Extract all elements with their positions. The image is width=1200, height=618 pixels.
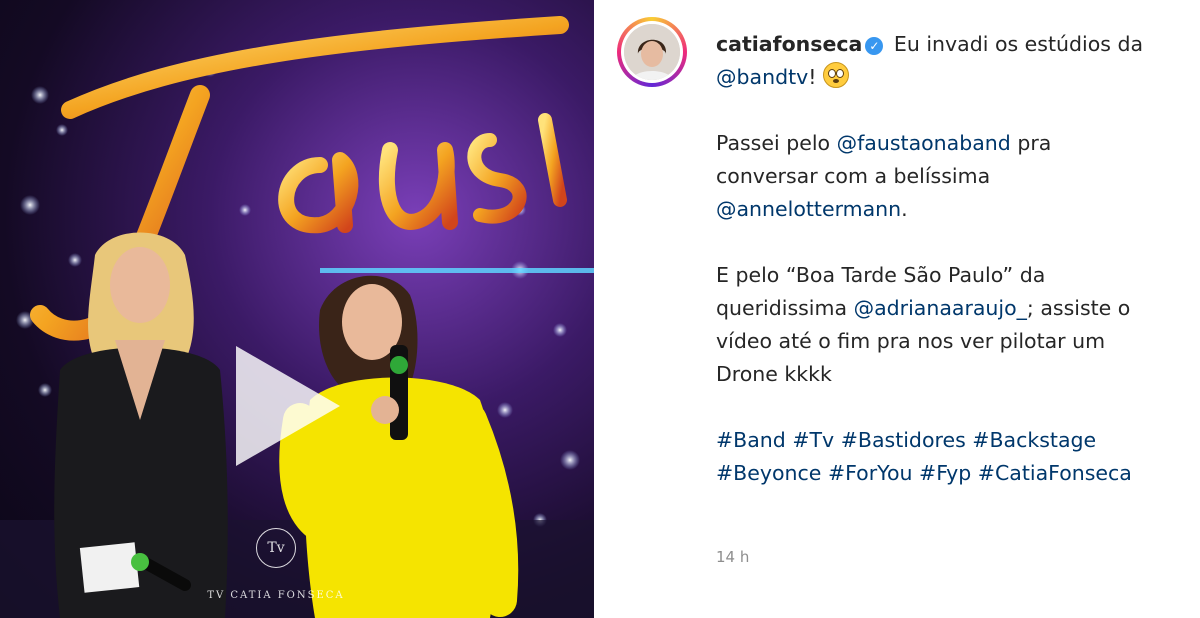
hashtag-link[interactable]: #ForYou [828, 461, 913, 485]
channel-watermark: Tv TV CATIA FONSECA [196, 528, 356, 601]
hashtag-link[interactable]: #Band [716, 428, 786, 452]
avatar-photo [624, 24, 680, 80]
verified-badge-icon: ✓ [865, 37, 884, 55]
caption-text: ! [808, 65, 817, 89]
story-ring-avatar[interactable] [617, 17, 687, 87]
mention-faustaonaband-link[interactable]: @faustaonaband [837, 131, 1011, 155]
hashtag-link[interactable]: #Tv [792, 428, 834, 452]
watermark-logo: Tv [256, 528, 296, 568]
caption-text: Eu invadi os estúdios [893, 32, 1111, 56]
post-video[interactable]: Tv TV CATIA FONSECA [0, 0, 594, 618]
hashtag-link[interactable]: #Backstage [972, 428, 1096, 452]
hashtag-list: #Band #Tv #Bastidores #Backstage #Beyonc… [716, 424, 1156, 490]
caption-text: . [901, 197, 908, 221]
post-caption: catiafonseca ✓ Eu invadi os estúdios da @… [716, 28, 1156, 490]
caption-text: Passei pelo [716, 131, 837, 155]
hashtag-link[interactable]: #Fyp [919, 461, 971, 485]
caption-text: da [1117, 32, 1144, 56]
mention-bandtv-link[interactable]: @bandtv [716, 65, 808, 89]
post-timestamp[interactable]: 14 h [716, 548, 749, 566]
mention-adrianaaraujo-link[interactable]: @adrianaaraujo_ [854, 296, 1027, 320]
hashtag-link[interactable]: #Beyonce [716, 461, 821, 485]
play-icon[interactable] [236, 346, 340, 466]
caption-panel: catiafonseca ✓ Eu invadi os estúdios da @… [594, 0, 1200, 618]
watermark-text: TV CATIA FONSECA [207, 590, 345, 601]
flushed-face-emoji-icon [823, 62, 849, 88]
username-link[interactable]: catiafonseca [716, 32, 862, 56]
video-thumbnail-scene [0, 16, 594, 618]
avatar [624, 24, 680, 80]
mention-annelottermann-link[interactable]: @annelottermann [716, 197, 901, 221]
hashtag-link[interactable]: #CatiaFonseca [978, 461, 1132, 485]
hashtag-link[interactable]: #Bastidores [841, 428, 966, 452]
